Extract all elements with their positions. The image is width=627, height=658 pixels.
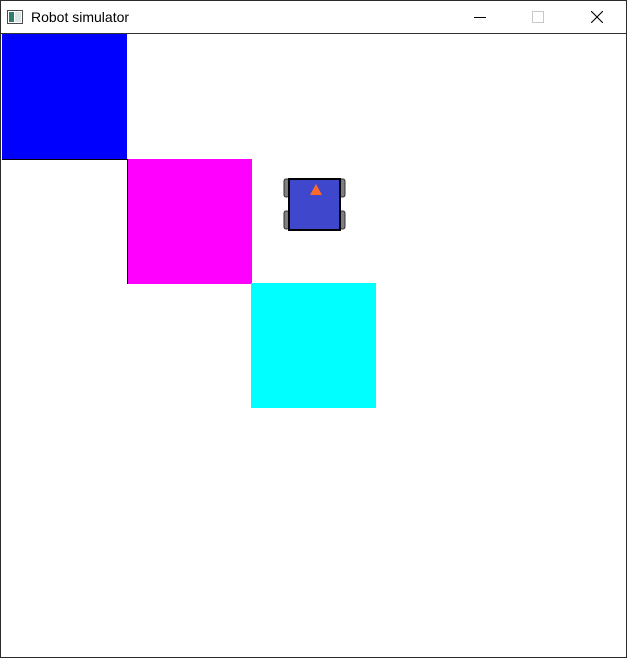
tile-magenta — [127, 159, 252, 284]
app-window: Robot simulator — [0, 0, 627, 658]
title-bar[interactable]: Robot simulator — [1, 1, 626, 34]
tile-cyan — [251, 283, 376, 408]
close-icon — [591, 11, 603, 23]
minimize-icon — [474, 17, 486, 18]
simulation-canvas[interactable] — [2, 34, 625, 657]
robot — [283, 178, 346, 231]
app-icon — [7, 10, 23, 24]
tile-blue — [2, 34, 127, 159]
maximize-icon — [532, 11, 544, 23]
robot-body — [288, 178, 341, 231]
minimize-button[interactable] — [451, 1, 509, 33]
tile-border — [2, 159, 127, 160]
maximize-button[interactable] — [509, 1, 567, 33]
close-button[interactable] — [568, 1, 626, 33]
window-title: Robot simulator — [31, 9, 130, 25]
